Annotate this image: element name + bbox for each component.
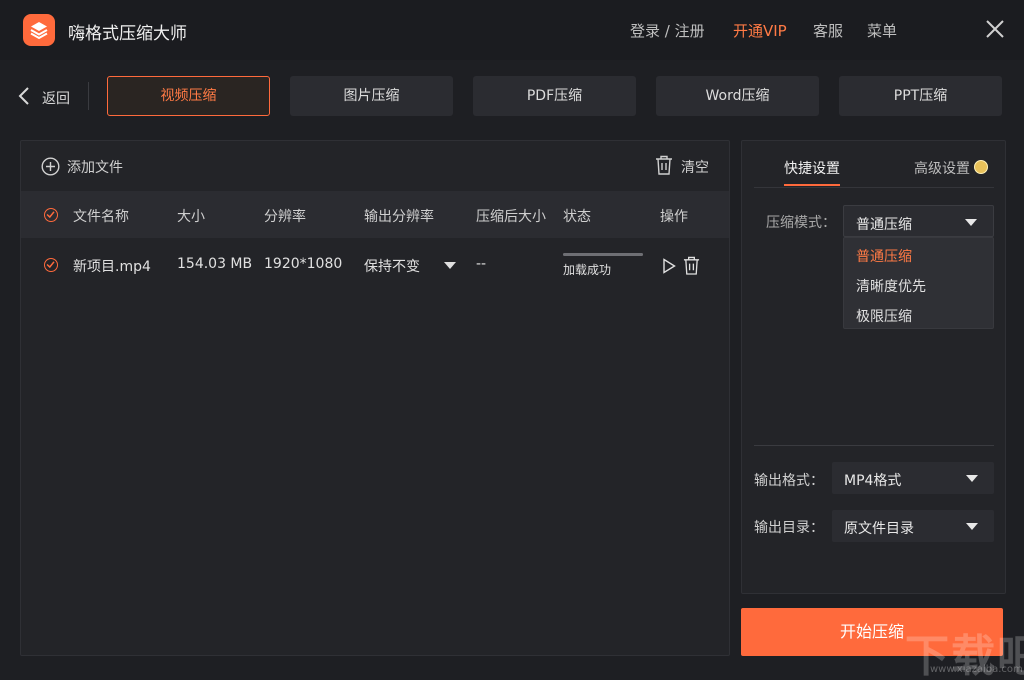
col-actions: 操作 bbox=[660, 206, 688, 226]
status-text: 加载成功 bbox=[563, 261, 611, 278]
divider bbox=[754, 187, 994, 188]
delete-icon[interactable] bbox=[683, 256, 700, 279]
output-dir-select[interactable]: 原文件目录 bbox=[832, 510, 994, 542]
file-size: 154.03 MB bbox=[177, 256, 252, 272]
chevron-left-icon bbox=[18, 86, 30, 106]
output-dir-value: 原文件目录 bbox=[844, 518, 914, 538]
vip-coin-icon bbox=[974, 160, 988, 174]
col-status: 状态 bbox=[563, 206, 591, 226]
col-filename: 文件名称 bbox=[73, 206, 129, 226]
back-label: 返回 bbox=[42, 88, 70, 108]
tab-image-compress[interactable]: 图片压缩 bbox=[290, 76, 453, 116]
option-normal[interactable]: 普通压缩 bbox=[856, 246, 912, 266]
chevron-down-icon bbox=[966, 475, 978, 482]
option-extreme[interactable]: 极限压缩 bbox=[856, 306, 912, 326]
play-icon[interactable] bbox=[662, 258, 676, 278]
clear-label: 清空 bbox=[681, 157, 709, 177]
settings-panel: 快捷设置 高级设置 压缩模式： 普通压缩 普通压缩 清晰度优先 极限压缩 输出格… bbox=[741, 140, 1006, 594]
output-format-label: 输出格式： bbox=[754, 470, 824, 490]
tab-word-compress[interactable]: Word压缩 bbox=[656, 76, 819, 116]
login-register-link[interactable]: 登录 / 注册 bbox=[630, 20, 705, 41]
watermark-url: www.xiazaiba.com bbox=[930, 664, 1023, 675]
compress-mode-dropdown: 普通压缩 清晰度优先 极限压缩 bbox=[843, 237, 994, 329]
output-format-value: MP4格式 bbox=[844, 470, 901, 490]
chevron-down-icon bbox=[966, 523, 978, 530]
output-resolution-value: 保持不变 bbox=[364, 259, 420, 275]
close-icon[interactable] bbox=[984, 18, 1006, 40]
output-resolution-select[interactable]: 保持不变 bbox=[364, 256, 460, 276]
add-file-label: 添加文件 bbox=[67, 157, 123, 177]
compress-mode-value: 普通压缩 bbox=[856, 214, 912, 234]
customer-service-link[interactable]: 客服 bbox=[813, 20, 843, 41]
col-output-resolution: 输出分辨率 bbox=[364, 206, 434, 226]
check-icon bbox=[46, 260, 55, 269]
chevron-down-icon bbox=[965, 219, 977, 226]
tab-advanced-settings[interactable]: 高级设置 bbox=[914, 158, 970, 178]
title-bar: 嗨格式压缩大师 登录 / 注册 开通VIP 客服 菜单 bbox=[0, 0, 1024, 60]
file-name: 新项目.mp4 bbox=[73, 256, 151, 276]
progress-fill bbox=[563, 253, 643, 256]
row-checkbox[interactable] bbox=[44, 258, 58, 272]
compress-mode-select[interactable]: 普通压缩 bbox=[843, 205, 994, 237]
table-header: 文件名称 大小 分辨率 输出分辨率 压缩后大小 状态 操作 bbox=[21, 191, 729, 238]
status-progress-bar bbox=[563, 253, 643, 256]
select-all-checkbox[interactable] bbox=[44, 208, 58, 222]
tab-pdf-compress[interactable]: PDF压缩 bbox=[473, 76, 636, 116]
col-compressed-size: 压缩后大小 bbox=[476, 206, 546, 226]
vip-link[interactable]: 开通VIP bbox=[733, 20, 787, 41]
output-dir-label: 输出目录： bbox=[754, 517, 824, 537]
col-resolution: 分辨率 bbox=[264, 206, 306, 226]
compress-mode-label: 压缩模式： bbox=[766, 212, 836, 232]
divider bbox=[88, 82, 89, 110]
file-list-panel: 添加文件 清空 文件名称 大小 分辨率 输出分辨率 压缩后大小 状态 操作 新项… bbox=[20, 140, 730, 656]
output-format-select[interactable]: MP4格式 bbox=[832, 462, 994, 494]
trash-icon bbox=[655, 155, 673, 175]
tab-video-compress[interactable]: 视频压缩 bbox=[107, 76, 270, 116]
divider bbox=[754, 445, 994, 446]
tab-ppt-compress[interactable]: PPT压缩 bbox=[839, 76, 1002, 116]
col-size: 大小 bbox=[177, 206, 205, 226]
chevron-down-icon bbox=[444, 262, 456, 269]
tab-quick-settings[interactable]: 快捷设置 bbox=[784, 158, 840, 178]
menu-link[interactable]: 菜单 bbox=[867, 20, 897, 41]
compressed-size: -- bbox=[476, 256, 486, 272]
active-tab-indicator bbox=[784, 184, 840, 186]
check-icon bbox=[46, 210, 55, 219]
option-clarity-first[interactable]: 清晰度优先 bbox=[856, 276, 926, 296]
app-logo-icon bbox=[23, 14, 55, 46]
app-title: 嗨格式压缩大师 bbox=[68, 19, 187, 44]
table-row: 新项目.mp4 154.03 MB 1920*1080 保持不变 -- 加载成功 bbox=[21, 241, 729, 289]
add-circle-icon bbox=[41, 157, 60, 176]
file-resolution: 1920*1080 bbox=[264, 256, 342, 272]
